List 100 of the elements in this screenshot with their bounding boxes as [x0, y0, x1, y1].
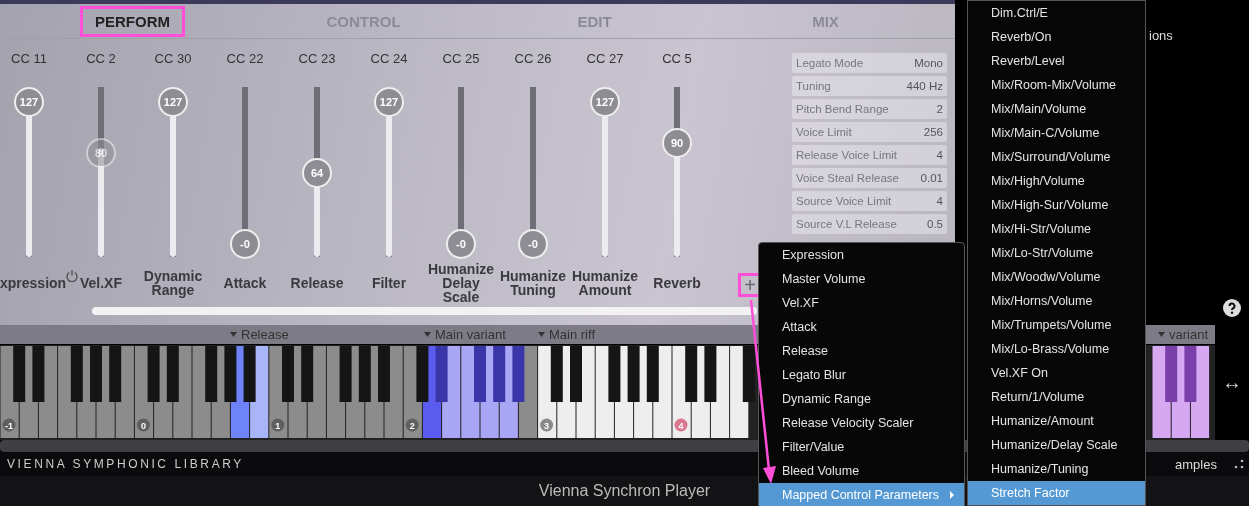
cc-label: CC 23	[298, 51, 336, 68]
menu-item[interactable]: Dynamic Range	[759, 387, 964, 411]
cc-label: CC 2	[86, 51, 116, 68]
parameter-field[interactable]: Source Voice Limit 4	[792, 191, 947, 211]
zone-label-bar	[1146, 325, 1215, 344]
menu-item[interactable]: Humanize/Delay Scale	[968, 433, 1145, 457]
scrollbar[interactable]	[92, 307, 757, 315]
menu-item[interactable]: Vel.XF On	[968, 361, 1145, 385]
cc-label: CC 25	[442, 51, 480, 68]
menu-item[interactable]: Humanize/Tuning	[968, 457, 1145, 481]
slider-label: Filter	[370, 276, 408, 291]
menu-item[interactable]: Release Velocity Scaler	[759, 411, 964, 435]
slider-track[interactable]: 127	[590, 86, 620, 258]
slider-thumb[interactable]: 127	[14, 86, 44, 117]
slider-thumb[interactable]: 90	[662, 128, 692, 158]
menu-item[interactable]: Master Volume	[759, 267, 964, 291]
caret-icon	[538, 332, 545, 337]
menu-item[interactable]: Mix/Main/Volume	[968, 97, 1145, 121]
cc-label: CC 24	[370, 51, 408, 68]
resize-grip-icon[interactable]	[1234, 459, 1244, 469]
help-icon[interactable]	[1223, 299, 1241, 317]
octave-label: 4	[678, 421, 684, 431]
slider-track[interactable]: -0	[230, 86, 260, 258]
slider-track[interactable]: -0	[446, 86, 476, 258]
menu-item[interactable]: Mix/Hi-Str/Volume	[968, 217, 1145, 241]
cc-label: CC 27	[586, 51, 624, 68]
slider-thumb[interactable]: 127	[590, 86, 620, 117]
sharp-key[interactable]	[685, 346, 698, 402]
slider-track[interactable]: 127	[158, 86, 188, 258]
slider-label: Attack	[222, 276, 268, 291]
menu-item[interactable]: Legato Blur	[759, 363, 964, 387]
menu-item[interactable]: Stretch Factor	[968, 481, 1145, 505]
menu-item[interactable]: Attack	[759, 315, 964, 339]
octave-label: 2	[409, 421, 415, 431]
slider-label: Dynamic Range	[142, 269, 204, 298]
resize-handle[interactable]: ↔	[1222, 371, 1242, 394]
octave-label: -1	[5, 421, 13, 431]
menu-item[interactable]: Reverb/Level	[968, 49, 1145, 73]
sharp-key[interactable]	[704, 346, 717, 402]
cc-label: CC 22	[226, 51, 264, 68]
menu-item[interactable]: Mapped Control Parameters	[759, 483, 964, 506]
parameter-field[interactable]: Legato Mode Mono	[792, 53, 947, 73]
background-text: amples	[1175, 456, 1217, 472]
caret-icon	[424, 332, 431, 337]
parameter-field[interactable]: Pitch Bend Range 2	[792, 99, 947, 119]
power-icon[interactable]	[65, 269, 79, 283]
menu-item[interactable]: Expression	[759, 243, 964, 267]
menu-item[interactable]: Mix/Main-C/Volume	[968, 121, 1145, 145]
parameter-field[interactable]: Tuning 440 Hz	[792, 76, 947, 96]
menu-item[interactable]: Mix/Woodw/Volume	[968, 265, 1145, 289]
slider-label: Humanize Tuning	[498, 269, 568, 298]
slider-label: xpression	[0, 276, 67, 291]
slider-thumb[interactable]: -0	[518, 228, 548, 259]
zone-label: Main variant	[435, 327, 506, 342]
slider-thumb[interactable]: -0	[446, 228, 476, 259]
menu-item[interactable]: Release	[759, 339, 964, 363]
zone-label: Release	[241, 327, 289, 342]
menu-item[interactable]: Mix/High-Sur/Volume	[968, 193, 1145, 217]
brand-label: VIENNA SYMPHONIC LIBRARY	[7, 457, 244, 471]
slider-track[interactable]: 127	[374, 86, 404, 258]
octave-label: 1	[275, 421, 281, 431]
octave-label: 0	[140, 421, 146, 431]
tab[interactable]: PERFORM	[80, 5, 185, 37]
zone-label: Main riff	[549, 327, 595, 342]
window-title: Vienna Synchron Player	[538, 482, 711, 500]
slider-thumb[interactable]: 127	[374, 86, 404, 117]
menu-item[interactable]: Mix/Lo-Brass/Volume	[968, 337, 1145, 361]
slider-thumb[interactable]: 127	[158, 86, 188, 117]
caret-icon	[230, 332, 237, 337]
cc-label: CC 5	[662, 51, 692, 68]
menu-item[interactable]: Mix/Room-Mix/Volume	[968, 73, 1145, 97]
parameter-field[interactable]: Release Voice Limit 4	[792, 145, 947, 165]
menu-item[interactable]: Reverb/On	[968, 25, 1145, 49]
slider-track[interactable]: 127	[14, 86, 44, 258]
parameter-field[interactable]: Source V.L Release 0.5	[792, 214, 947, 234]
menu-item[interactable]: Mix/Surround/Volume	[968, 145, 1145, 169]
slider-track[interactable]: -0	[518, 86, 548, 258]
menu-item[interactable]: Filter/Value	[759, 435, 964, 459]
slider-label: Release	[289, 276, 345, 291]
slider-track[interactable]: 90	[662, 86, 692, 258]
parameter-field[interactable]: Voice Limit 256	[792, 122, 947, 142]
cc-label: CC 30	[154, 51, 192, 68]
menu-item[interactable]: Vel.XF	[759, 291, 964, 315]
slider-track[interactable]: 64	[302, 86, 332, 258]
menu-item[interactable]: Mix/Lo-Str/Volume	[968, 241, 1145, 265]
slider-thumb[interactable]: 64	[302, 157, 332, 188]
menu-item[interactable]: Mix/Horns/Volume	[968, 289, 1145, 313]
caret-icon	[1158, 332, 1165, 337]
zone-label: variant	[1169, 327, 1209, 342]
menu-item[interactable]: Mix/Trumpets/Volume	[968, 313, 1145, 337]
sharp-key[interactable]	[608, 346, 621, 402]
menu-item[interactable]: Return/1/Volume	[968, 385, 1145, 409]
octave-label: 3	[544, 421, 550, 431]
menu-item[interactable]: Humanize/Amount	[968, 409, 1145, 433]
menu-item[interactable]: Bleed Volume	[759, 459, 964, 483]
parameter-field[interactable]: Voice Steal Release 0.01	[792, 168, 947, 188]
slider-thumb[interactable]: -0	[230, 228, 260, 259]
cc-label: CC 11	[11, 51, 47, 68]
menu-item[interactable]: Mix/High/Volume	[968, 169, 1145, 193]
menu-item[interactable]: Dim.Ctrl/E	[968, 1, 1145, 25]
